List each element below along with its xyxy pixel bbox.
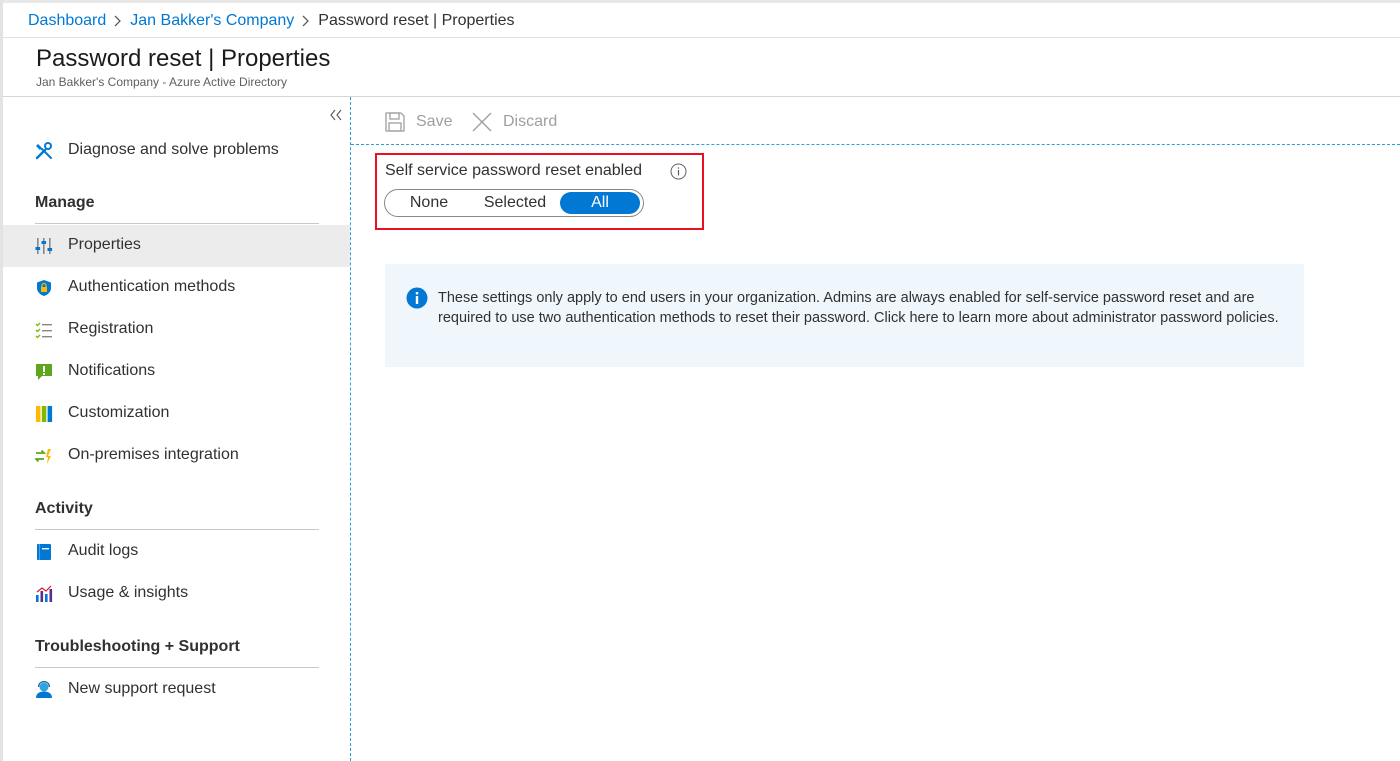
chevron-right-icon (294, 10, 318, 32)
sidebar-item-label: Customization (68, 404, 170, 421)
section-heading-manage: Manage (35, 194, 95, 211)
sspr-label: Self service password reset enabled (385, 162, 643, 179)
sspr-option-all[interactable]: All (560, 192, 640, 214)
section-heading-activity: Activity (35, 500, 93, 517)
section-divider (35, 223, 319, 224)
sidebar-item-new-support-request[interactable]: New support request (3, 669, 350, 711)
sidebar-item-notifications[interactable]: Notifications (3, 351, 350, 393)
info-banner-text: These settings only apply to end users i… (438, 290, 1279, 326)
discard-label: Discard (503, 113, 558, 130)
section-divider (35, 667, 319, 668)
checklist-icon (35, 321, 53, 339)
divider (3, 37, 1400, 38)
sidebar-item-label: Notifications (68, 362, 156, 379)
wrench-icon (35, 142, 53, 160)
sidebar-item-properties[interactable]: Properties (3, 225, 350, 267)
sidebar-item-customization[interactable]: Customization (3, 393, 350, 435)
breadcrumb-dashboard[interactable]: Dashboard (28, 12, 106, 30)
collapse-sidebar-button[interactable] (327, 105, 345, 123)
content-focus-border-left (350, 97, 351, 761)
sidebar-item-on-premises-integration[interactable]: On-premises integration (3, 435, 350, 477)
chart-icon (35, 585, 53, 603)
page-title: Password reset | Properties (36, 45, 331, 72)
content-focus-border-top (351, 144, 1400, 145)
breadcrumb-current: Password reset | Properties (318, 12, 515, 29)
support-person-icon (35, 680, 53, 699)
info-banner[interactable]: These settings only apply to end users i… (385, 264, 1304, 367)
save-icon (385, 112, 405, 132)
shield-lock-icon (35, 279, 53, 297)
sidebar-item-label: Usage & insights (68, 584, 189, 601)
sidebar-item-label: On-premises integration (68, 446, 239, 463)
double-chevron-left-icon (330, 109, 342, 121)
sspr-option-none[interactable]: None (397, 192, 461, 214)
info-tooltip-icon[interactable] (670, 163, 687, 180)
sidebar-item-label: Registration (68, 320, 154, 337)
close-icon (472, 112, 492, 132)
page-subtitle: Jan Bakker's Company - Azure Active Dire… (36, 75, 288, 89)
section-heading-troubleshooting: Troubleshooting + Support (35, 638, 240, 655)
section-divider (35, 529, 319, 530)
book-icon (35, 543, 53, 561)
sspr-option-selected[interactable]: Selected (473, 192, 557, 214)
customization-icon (35, 405, 53, 423)
sidebar-item-label: Diagnose and solve problems (68, 141, 279, 158)
sidebar-item-label: Properties (68, 236, 141, 253)
sidebar-item-label: New support request (68, 680, 216, 697)
sidebar-item-label: Audit logs (68, 542, 139, 559)
info-icon (406, 287, 428, 309)
breadcrumb-company[interactable]: Jan Bakker's Company (130, 12, 294, 30)
sidebar: Diagnose and solve problems Manage Prope… (3, 97, 350, 761)
notification-icon (35, 363, 53, 381)
sidebar-item-diagnose[interactable]: Diagnose and solve problems (3, 130, 350, 172)
sliders-icon (35, 237, 53, 255)
breadcrumb: Dashboard Jan Bakker's Company Password … (28, 10, 515, 32)
sync-icon (33, 447, 53, 465)
sspr-toggle-group: None Selected All (384, 189, 644, 217)
sidebar-item-audit-logs[interactable]: Audit logs (3, 531, 350, 573)
sidebar-item-authentication-methods[interactable]: Authentication methods (3, 267, 350, 309)
chevron-right-icon (106, 10, 130, 32)
sidebar-item-registration[interactable]: Registration (3, 309, 350, 351)
discard-button[interactable]: Discard (471, 108, 557, 136)
save-button[interactable]: Save (384, 108, 452, 136)
window-top-edge (0, 0, 1400, 3)
save-label: Save (416, 113, 453, 130)
sidebar-item-usage-insights[interactable]: Usage & insights (3, 573, 350, 615)
sidebar-item-label: Authentication methods (68, 278, 236, 295)
